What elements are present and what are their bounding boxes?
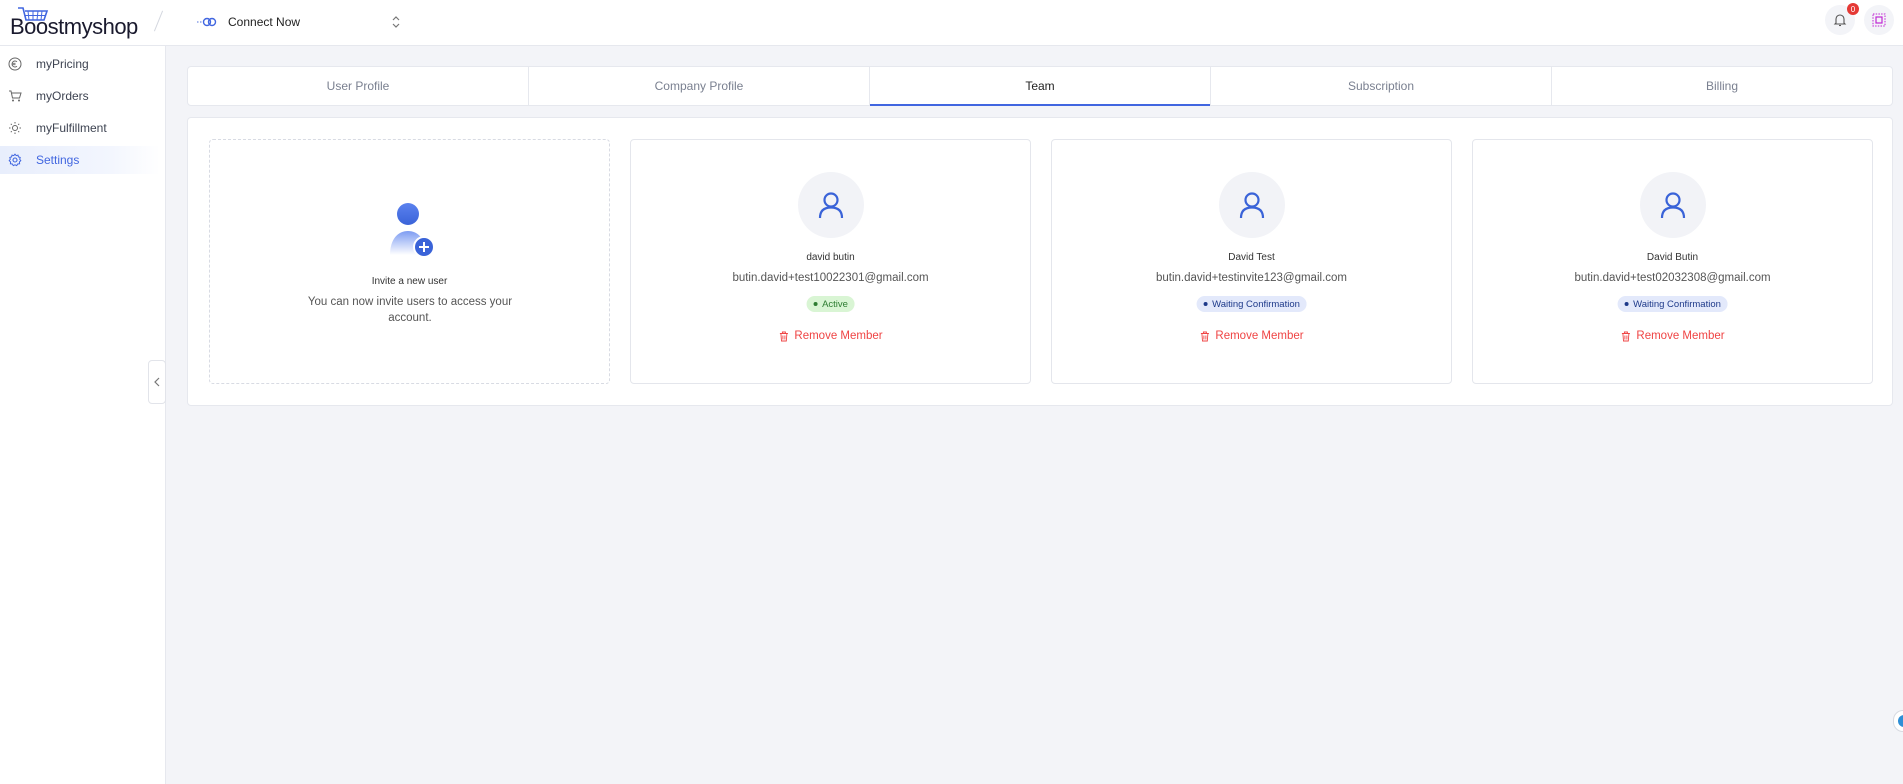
- collapse-sidebar-button[interactable]: [148, 360, 166, 404]
- member-name: David Butin: [1646, 252, 1699, 263]
- user-icon: [1239, 192, 1265, 219]
- divider: [153, 10, 164, 32]
- help-widget-button[interactable]: [1893, 710, 1903, 732]
- apps-button[interactable]: [1864, 5, 1894, 35]
- remove-member-label: Remove Member: [794, 330, 883, 342]
- boostmyshop-logo[interactable]: Boostmyshop: [10, 6, 138, 39]
- status-dot: [1624, 302, 1629, 306]
- status-dot: [1203, 302, 1208, 306]
- top-bar: Boostmyshop Connect Now 0: [0, 0, 1903, 46]
- bell-icon: [1833, 14, 1847, 27]
- sidebar-item-mypricing[interactable]: myPricing: [0, 50, 160, 78]
- user-avatar: [798, 172, 864, 238]
- logo-text: Boostmyshop: [10, 14, 138, 39]
- apps-icon: [1872, 13, 1886, 27]
- tab-company-profile[interactable]: Company Profile: [529, 67, 870, 105]
- invite-description: You can now invite users to access your …: [307, 296, 513, 324]
- gear-icon: [8, 153, 22, 167]
- status-badge: Waiting Confirmation: [1617, 296, 1728, 312]
- add-user-icon[interactable]: [388, 203, 436, 258]
- member-name: david butin: [806, 252, 855, 263]
- status-badge: Waiting Confirmation: [1196, 296, 1307, 312]
- sidebar-item-settings[interactable]: Settings: [0, 146, 160, 174]
- member-card: david butin butin.david+test10022301@gma…: [630, 139, 1031, 384]
- member-email: butin.david+test10022301@gmail.com: [732, 272, 929, 284]
- status-badge: Active: [806, 296, 855, 312]
- cart-icon: [9, 90, 22, 102]
- sun-icon: [9, 122, 21, 134]
- sidebar-item-myfulfillment[interactable]: myFulfillment: [0, 114, 160, 142]
- trash-icon: [1200, 331, 1209, 341]
- help-icon: [1898, 715, 1903, 727]
- member-card: David Butin butin.david+test02032308@gma…: [1472, 139, 1873, 384]
- chevron-left-icon: [154, 377, 160, 387]
- sidebar-item-label: myPricing: [36, 57, 89, 71]
- connect-now-label: Connect Now: [228, 15, 301, 29]
- status-label: Active: [822, 298, 848, 310]
- remove-member-button[interactable]: Remove Member: [778, 330, 883, 342]
- member-email: butin.david+testinvite123@gmail.com: [1156, 272, 1347, 284]
- member-name: David Test: [1228, 252, 1275, 263]
- sidebar-item-label: Settings: [36, 153, 80, 167]
- chevron-up-down-icon: [392, 16, 400, 28]
- trash-icon: [1621, 331, 1630, 341]
- team-panel: Invite a new user You can now invite use…: [187, 117, 1893, 406]
- settings-tabs: User Profile Company Profile Team Subscr…: [187, 66, 1893, 106]
- status-label: Waiting Confirmation: [1212, 298, 1300, 310]
- user-icon: [1660, 192, 1686, 219]
- euro-icon: [8, 57, 22, 71]
- remove-member-button[interactable]: Remove Member: [1620, 330, 1725, 342]
- remove-member-label: Remove Member: [1215, 330, 1304, 342]
- status-dot: [813, 302, 818, 306]
- invite-title: Invite a new user: [371, 276, 448, 287]
- notification-badge: 0: [1847, 3, 1859, 15]
- notifications-button[interactable]: 0: [1825, 3, 1859, 35]
- user-avatar: [1219, 172, 1285, 238]
- connect-link-icon: [197, 17, 217, 27]
- remove-member-button[interactable]: Remove Member: [1199, 330, 1304, 342]
- trash-icon: [779, 331, 788, 341]
- invite-user-card[interactable]: Invite a new user You can now invite use…: [209, 139, 610, 384]
- tab-subscription[interactable]: Subscription: [1211, 67, 1552, 105]
- user-avatar: [1640, 172, 1706, 238]
- member-card: David Test butin.david+testinvite123@gma…: [1051, 139, 1452, 384]
- connect-now-switcher[interactable]: Connect Now: [196, 8, 404, 36]
- tab-team[interactable]: Team: [870, 67, 1211, 106]
- sidebar: myPricing myOrders myFulfillment Setting…: [0, 46, 166, 784]
- user-icon: [818, 192, 844, 219]
- sidebar-item-myorders[interactable]: myOrders: [0, 82, 160, 110]
- sidebar-item-label: myOrders: [36, 89, 89, 103]
- status-label: Waiting Confirmation: [1633, 298, 1721, 310]
- remove-member-label: Remove Member: [1636, 330, 1725, 342]
- member-email: butin.david+test02032308@gmail.com: [1574, 272, 1771, 284]
- tab-user-profile[interactable]: User Profile: [188, 67, 529, 105]
- tab-billing[interactable]: Billing: [1552, 67, 1892, 105]
- sidebar-item-label: myFulfillment: [36, 121, 107, 135]
